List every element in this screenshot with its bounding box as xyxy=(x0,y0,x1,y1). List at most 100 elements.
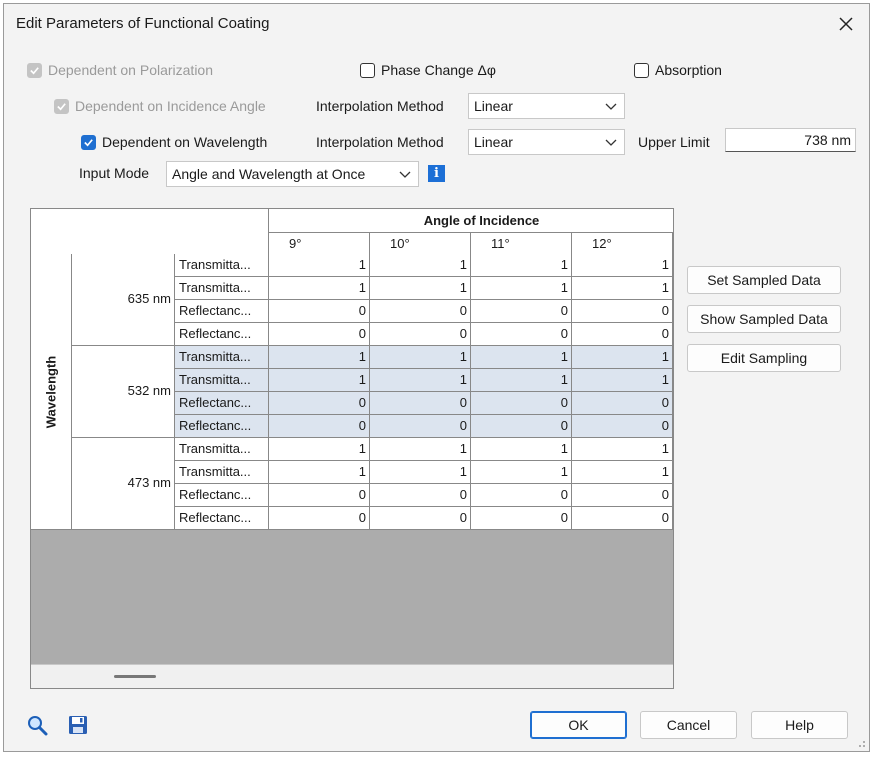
row-quantity-label[interactable]: Transmitta... xyxy=(175,346,269,369)
table-cell[interactable]: 0 xyxy=(370,392,471,415)
table-cell[interactable]: 0 xyxy=(269,323,370,346)
table-cell-partial[interactable] xyxy=(673,369,674,392)
table-cell[interactable]: 1 xyxy=(370,369,471,392)
wavelength-row-header[interactable]: 473 nm xyxy=(72,438,175,530)
table-cell[interactable]: 1 xyxy=(269,438,370,461)
table-cell[interactable]: 1 xyxy=(572,369,673,392)
table-cell-partial[interactable] xyxy=(673,254,674,277)
scrollbar-thumb[interactable] xyxy=(114,675,156,678)
table-cell[interactable]: 1 xyxy=(269,461,370,484)
table-cell[interactable]: 1 xyxy=(471,438,572,461)
zoom-button[interactable] xyxy=(24,712,50,738)
table-cell[interactable]: 0 xyxy=(471,415,572,438)
table-cell[interactable]: 0 xyxy=(471,484,572,507)
table-cell[interactable]: 0 xyxy=(572,300,673,323)
angle-column-header-partial[interactable] xyxy=(673,233,674,255)
table-cell[interactable]: 0 xyxy=(370,323,471,346)
interp-wavelength-select[interactable]: Linear xyxy=(468,129,625,155)
angle-column-header[interactable]: 9° xyxy=(269,233,370,255)
angle-column-header[interactable]: 11° xyxy=(471,233,572,255)
table-cell-partial[interactable] xyxy=(673,346,674,369)
cancel-button[interactable]: Cancel xyxy=(640,711,737,739)
table-cell[interactable]: 1 xyxy=(370,438,471,461)
table-cell[interactable]: 1 xyxy=(370,346,471,369)
row-quantity-label[interactable]: Transmitta... xyxy=(175,438,269,461)
info-icon[interactable]: i xyxy=(428,165,445,182)
angle-column-header[interactable]: 10° xyxy=(370,233,471,255)
table-cell[interactable]: 1 xyxy=(572,346,673,369)
set-sampled-data-button[interactable]: Set Sampled Data xyxy=(687,266,841,294)
row-quantity-label[interactable]: Reflectanc... xyxy=(175,300,269,323)
close-button[interactable] xyxy=(831,10,861,38)
save-button[interactable] xyxy=(65,712,91,738)
dep-wavelength-checkbox[interactable]: Dependent on Wavelength xyxy=(81,134,267,150)
table-cell-partial[interactable] xyxy=(673,323,674,346)
table-cell[interactable]: 1 xyxy=(572,254,673,277)
table-cell[interactable]: 1 xyxy=(269,346,370,369)
table-cell-partial[interactable] xyxy=(673,415,674,438)
table-cell[interactable]: 1 xyxy=(269,369,370,392)
wavelength-row-header[interactable]: 532 nm xyxy=(72,346,175,438)
upper-limit-input[interactable]: 738 nm xyxy=(725,128,856,152)
edit-sampling-button[interactable]: Edit Sampling xyxy=(687,344,841,372)
wavelength-row-header[interactable]: 635 nm xyxy=(72,254,175,346)
show-sampled-data-button[interactable]: Show Sampled Data xyxy=(687,305,841,333)
table-cell-partial[interactable] xyxy=(673,392,674,415)
table-cell[interactable]: 0 xyxy=(269,392,370,415)
table-cell[interactable]: 0 xyxy=(370,484,471,507)
table-cell[interactable]: 0 xyxy=(269,300,370,323)
table-cell[interactable]: 0 xyxy=(572,392,673,415)
table-cell[interactable]: 1 xyxy=(269,277,370,300)
table-cell-partial[interactable] xyxy=(673,507,674,530)
table-cell-partial[interactable] xyxy=(673,438,674,461)
table-cell[interactable]: 1 xyxy=(572,438,673,461)
row-quantity-label[interactable]: Transmitta... xyxy=(175,461,269,484)
table-cell-partial[interactable] xyxy=(673,484,674,507)
table-cell[interactable]: 0 xyxy=(370,300,471,323)
row-quantity-label[interactable]: Transmitta... xyxy=(175,254,269,277)
table-cell[interactable]: 0 xyxy=(269,484,370,507)
table-cell[interactable]: 1 xyxy=(572,277,673,300)
table-cell[interactable]: 0 xyxy=(471,300,572,323)
table-cell-partial[interactable] xyxy=(673,461,674,484)
table-cell[interactable]: 1 xyxy=(269,254,370,277)
table-cell[interactable]: 1 xyxy=(370,277,471,300)
table-cell[interactable]: 1 xyxy=(471,277,572,300)
dep-polarization-checkbox[interactable]: Dependent on Polarization xyxy=(27,62,213,78)
table-cell[interactable]: 0 xyxy=(471,323,572,346)
absorption-checkbox[interactable]: Absorption xyxy=(634,62,722,78)
dep-incidence-checkbox[interactable]: Dependent on Incidence Angle xyxy=(54,98,266,114)
row-quantity-label[interactable]: Reflectanc... xyxy=(175,323,269,346)
phase-change-checkbox[interactable]: Phase Change Δφ xyxy=(360,62,496,78)
table-cell[interactable]: 1 xyxy=(572,461,673,484)
table-cell[interactable]: 1 xyxy=(471,254,572,277)
angle-column-header[interactable]: 12° xyxy=(572,233,673,255)
table-cell[interactable]: 0 xyxy=(471,507,572,530)
table-cell[interactable]: 0 xyxy=(269,415,370,438)
table-cell[interactable]: 1 xyxy=(370,461,471,484)
interp-angle-select[interactable]: Linear xyxy=(468,93,625,119)
input-mode-select[interactable]: Angle and Wavelength at Once xyxy=(166,161,419,187)
ok-button[interactable]: OK xyxy=(530,711,627,739)
table-cell[interactable]: 0 xyxy=(572,323,673,346)
table-cell[interactable]: 0 xyxy=(370,507,471,530)
horizontal-scrollbar[interactable] xyxy=(31,664,673,688)
row-quantity-label[interactable]: Transmitta... xyxy=(175,369,269,392)
table-cell-partial[interactable] xyxy=(673,277,674,300)
row-quantity-label[interactable]: Reflectanc... xyxy=(175,484,269,507)
table-cell[interactable]: 1 xyxy=(471,346,572,369)
table-cell-partial[interactable] xyxy=(673,300,674,323)
table-cell[interactable]: 0 xyxy=(572,507,673,530)
table-cell[interactable]: 1 xyxy=(370,254,471,277)
table-cell[interactable]: 0 xyxy=(572,415,673,438)
table-cell[interactable]: 1 xyxy=(471,461,572,484)
table-cell[interactable]: 0 xyxy=(269,507,370,530)
row-quantity-label[interactable]: Transmitta... xyxy=(175,277,269,300)
table-cell[interactable]: 0 xyxy=(471,392,572,415)
help-button[interactable]: Help xyxy=(751,711,848,739)
row-quantity-label[interactable]: Reflectanc... xyxy=(175,415,269,438)
table-cell[interactable]: 0 xyxy=(572,484,673,507)
table-cell[interactable]: 0 xyxy=(370,415,471,438)
table-cell[interactable]: 1 xyxy=(471,369,572,392)
resize-grip-icon[interactable] xyxy=(856,738,866,748)
